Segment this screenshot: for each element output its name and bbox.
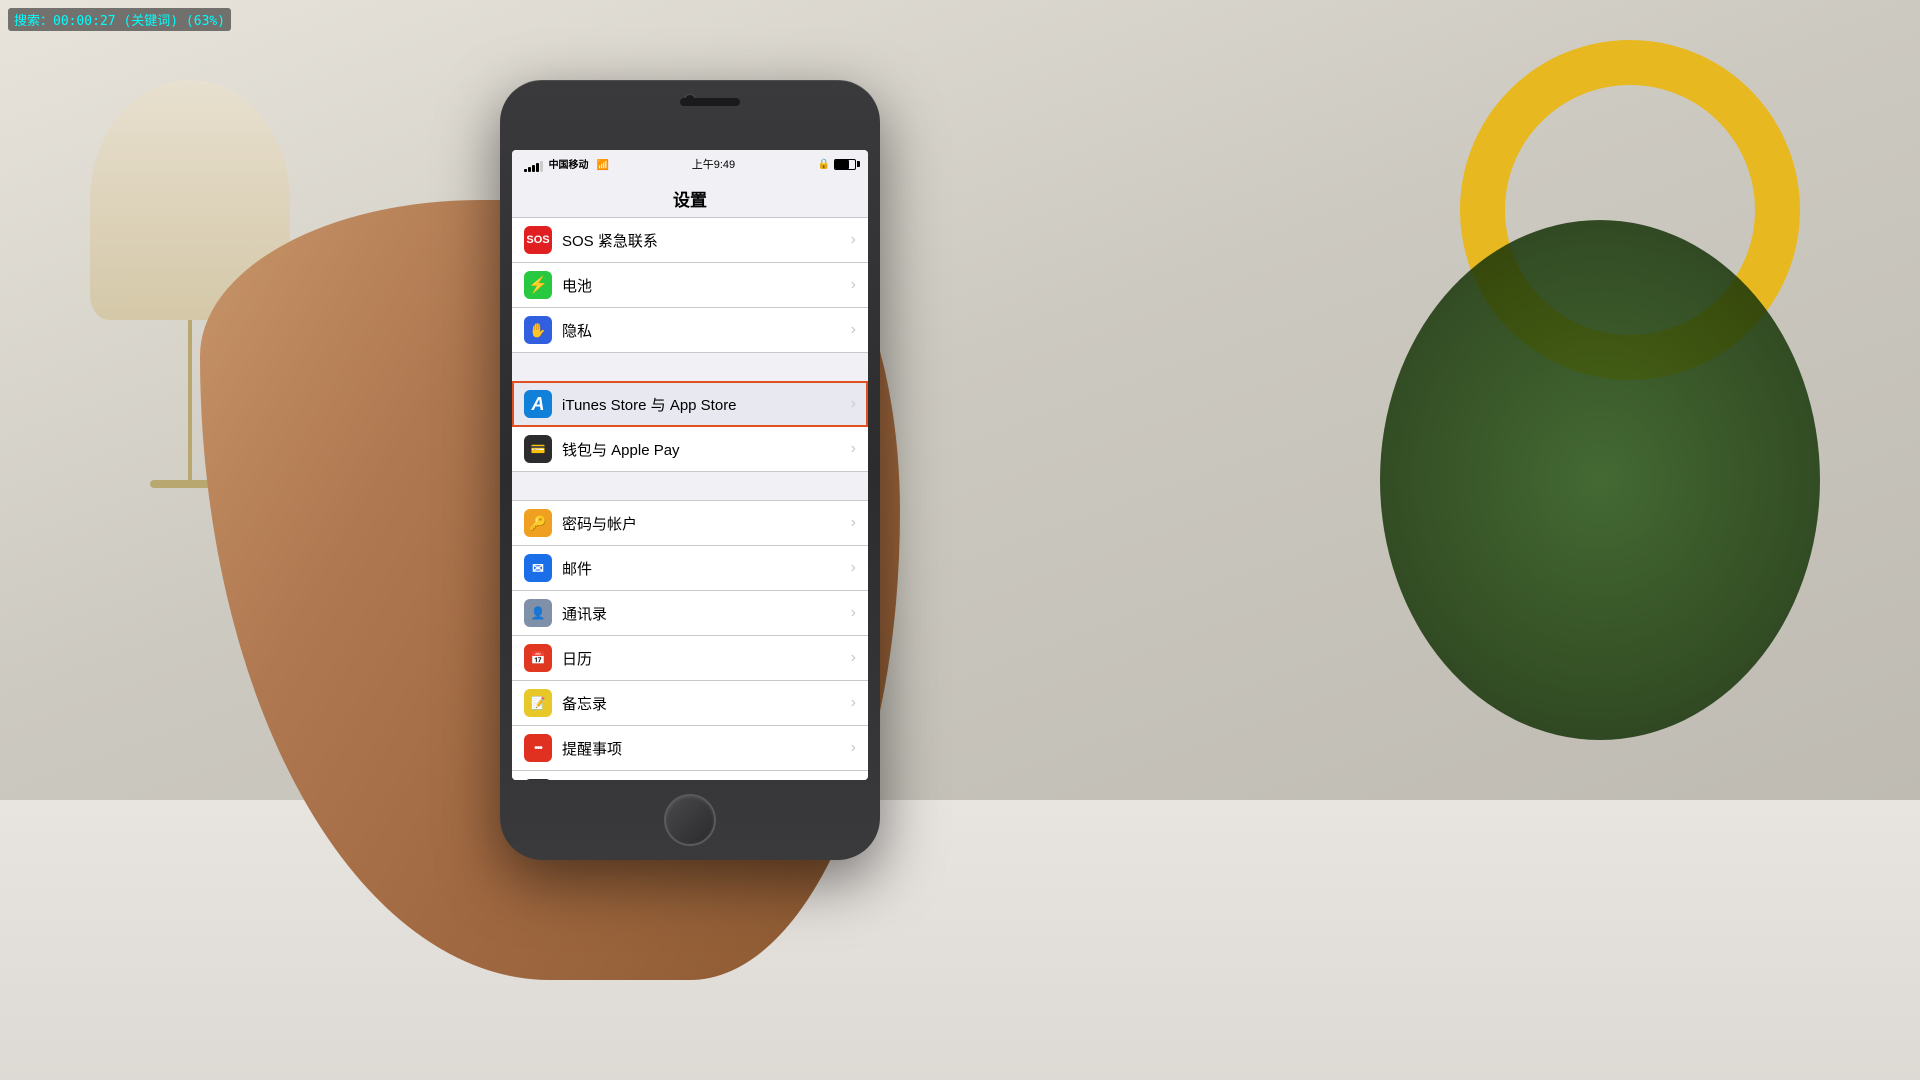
timer-overlay: 搜索：00:00:27 (关键词) (63%) (8, 8, 231, 31)
notes-chevron: › (851, 694, 856, 712)
passwords-icon: 🔑 (524, 509, 552, 537)
wallet-label: 钱包与 Apple Pay (562, 439, 847, 460)
status-bar: 中国移动 📶 上午9:49 🔒 (512, 150, 868, 178)
settings-section-2: A iTunes Store 与 App Store › 💳 钱包与 Apple… (512, 381, 868, 472)
settings-section-1: SOS SOS 紧急联系 › ⚡ 电池 › ✋ 隐私 › (512, 217, 868, 353)
section-gap-2 (512, 472, 868, 500)
itunes-chevron: › (851, 395, 856, 413)
sos-chevron: › (851, 231, 856, 249)
settings-item-contacts[interactable]: 👤 通讯录 › (512, 591, 868, 636)
calendar-label: 日历 (562, 648, 847, 669)
phone-container: 中国移动 📶 上午9:49 🔒 设置 (500, 80, 880, 860)
contacts-label: 通讯录 (562, 603, 847, 624)
itunes-label: iTunes Store 与 App Store (562, 394, 847, 415)
notes-label: 备忘录 (562, 693, 847, 714)
voice-memos-icon: 🎙 (524, 779, 552, 780)
settings-item-reminders[interactable]: ••• 提醒事项 › (512, 726, 868, 771)
calendar-chevron: › (851, 649, 856, 667)
home-button[interactable] (664, 794, 716, 846)
contacts-icon: 👤 (524, 599, 552, 627)
phone-speaker (680, 98, 740, 106)
phone-body: 中国移动 📶 上午9:49 🔒 设置 (500, 80, 880, 860)
mail-icon: ✉ (524, 554, 552, 582)
settings-item-voice-memos[interactable]: 🎙 语音备忘录 › (512, 771, 868, 780)
lock-icon: 🔒 (818, 159, 830, 170)
status-time: 上午9:49 (692, 156, 735, 172)
reminders-chevron: › (851, 739, 856, 757)
settings-section-3: 🔑 密码与帐户 › ✉ 邮件 › 👤 通讯录 › (512, 500, 868, 780)
wallet-icon: 💳 (524, 435, 552, 463)
settings-item-mail[interactable]: ✉ 邮件 › (512, 546, 868, 591)
contacts-chevron: › (851, 604, 856, 622)
table-surface (0, 800, 1920, 1080)
calendar-icon: 📅 (524, 644, 552, 672)
settings-list: SOS SOS 紧急联系 › ⚡ 电池 › ✋ 隐私 › (512, 217, 868, 780)
sos-icon: SOS (524, 226, 552, 254)
settings-item-calendar[interactable]: 📅 日历 › (512, 636, 868, 681)
wifi-icon: 📶 (597, 160, 609, 171)
signal-bars-icon (524, 160, 543, 172)
passwords-chevron: › (851, 514, 856, 532)
settings-page-title: 设置 (512, 178, 868, 217)
wallet-chevron: › (851, 440, 856, 458)
carrier-signal: 中国移动 📶 (524, 156, 609, 171)
battery-icon (834, 159, 856, 170)
settings-item-battery[interactable]: ⚡ 电池 › (512, 263, 868, 308)
status-right: 🔒 (818, 159, 856, 170)
settings-item-itunes[interactable]: A iTunes Store 与 App Store › (512, 381, 868, 427)
reminders-label: 提醒事项 (562, 738, 847, 759)
notes-icon: 📝 (524, 689, 552, 717)
settings-item-passwords[interactable]: 🔑 密码与帐户 › (512, 500, 868, 546)
sos-label: SOS 紧急联系 (562, 230, 847, 251)
mail-label: 邮件 (562, 558, 847, 579)
passwords-label: 密码与帐户 (562, 513, 847, 534)
battery-label: 电池 (562, 275, 847, 296)
settings-item-sos[interactable]: SOS SOS 紧急联系 › (512, 217, 868, 263)
settings-item-wallet[interactable]: 💳 钱包与 Apple Pay › (512, 427, 868, 472)
reminders-icon: ••• (524, 734, 552, 762)
mail-chevron: › (851, 559, 856, 577)
battery-chevron: › (851, 276, 856, 294)
phone-screen: 中国移动 📶 上午9:49 🔒 设置 (512, 150, 868, 780)
privacy-chevron: › (851, 321, 856, 339)
settings-item-notes[interactable]: 📝 备忘录 › (512, 681, 868, 726)
itunes-icon: A (524, 390, 552, 418)
section-gap-1 (512, 353, 868, 381)
settings-item-privacy[interactable]: ✋ 隐私 › (512, 308, 868, 353)
privacy-label: 隐私 (562, 320, 847, 341)
privacy-icon: ✋ (524, 316, 552, 344)
battery-setting-icon: ⚡ (524, 271, 552, 299)
